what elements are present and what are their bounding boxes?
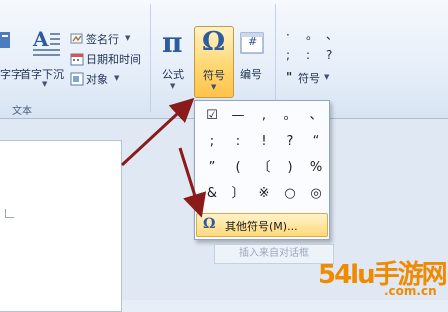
arrow-to-symbol-button [120, 97, 195, 167]
arrow-to-more-symbols [178, 147, 207, 218]
watermark-url: .com.cn [384, 284, 437, 298]
watermark: 54lu手游网 .com.cn [318, 252, 448, 300]
